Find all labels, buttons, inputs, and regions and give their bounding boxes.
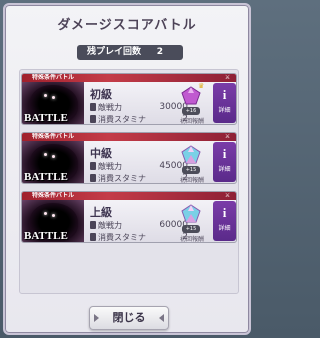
enemy-power-row: 敵戦力 45000 (90, 161, 188, 172)
dialog-footer: 閉じる (5, 301, 249, 333)
reward-count: +15 (182, 166, 200, 174)
enemy-power-label: 敵戦力 (98, 162, 122, 171)
enemy-portrait: BATTLE (22, 200, 84, 242)
enemy-power-label: 敵戦力 (98, 221, 122, 230)
detail-button[interactable]: i 詳細 (213, 201, 236, 241)
enemy-power-icon (90, 162, 96, 170)
enemy-eye (44, 153, 47, 156)
enemy-power-row: 敵戦力 30000 (90, 102, 188, 113)
battle-card-advanced[interactable]: 特殊条件バトル ⚔ BATTLE 上級 敵戦力 60000 消費スタミナ 2 +… (21, 191, 237, 243)
reward-count: +16 (182, 107, 200, 115)
close-button[interactable]: 閉じる (89, 306, 169, 330)
stamina-label: 消費スタミナ (98, 174, 146, 183)
enemy-portrait: BATTLE (22, 82, 84, 124)
detail-label: 詳細 (218, 225, 231, 232)
stamina-row: 消費スタミナ 2 (90, 114, 188, 124)
condition-bar: 特殊条件バトル ⚔ (22, 74, 236, 82)
enemy-power-row: 敵戦力 60000 (90, 220, 188, 231)
swords-icon: ⚔ (224, 192, 231, 199)
condition-label: 特殊条件バトル (32, 192, 75, 199)
enemy-eye (52, 155, 55, 158)
condition-label: 特殊条件バトル (32, 74, 75, 81)
remaining-plays-bar: 残プレイ回数 2 (77, 45, 183, 60)
remaining-plays-label: 残プレイ回数 (87, 47, 142, 57)
first-reward-label: 初回報酬 (179, 118, 204, 125)
detail-button[interactable]: i 詳細 (213, 83, 236, 123)
damage-score-battle-dialog: ダメージスコアバトル 残プレイ回数 2 特殊条件バトル ⚔ BATTLE 初級 … (3, 3, 251, 335)
detail-button[interactable]: i 詳細 (213, 142, 236, 182)
enemy-eye (52, 96, 55, 99)
enemy-power-icon (90, 221, 96, 229)
battle-card-beginner[interactable]: 特殊条件バトル ⚔ BATTLE 初級 敵戦力 30000 消費スタミナ 2 ♛ (21, 73, 237, 125)
info-icon: i (222, 205, 227, 220)
swords-icon: ⚔ (224, 74, 231, 81)
stamina-label: 消費スタミナ (98, 233, 146, 242)
info-icon: i (222, 146, 227, 161)
battle-label: BATTLE (24, 230, 68, 242)
battle-list: 特殊条件バトル ⚔ BATTLE 初級 敵戦力 30000 消費スタミナ 2 ♛ (19, 69, 239, 294)
battle-label: BATTLE (24, 112, 68, 124)
stamina-label: 消費スタミナ (98, 115, 146, 124)
first-reward-label: 初回報酬 (179, 177, 204, 184)
remaining-plays-count: 2 (156, 47, 163, 57)
enemy-eye (52, 214, 55, 217)
detail-label: 詳細 (218, 166, 231, 173)
condition-bar: 特殊条件バトル ⚔ (22, 133, 236, 141)
battle-label: BATTLE (24, 171, 68, 183)
first-reward-label: 初回報酬 (179, 236, 204, 243)
difficulty-label: 上級 (90, 206, 112, 219)
stamina-icon (90, 233, 96, 241)
enemy-eye (44, 94, 47, 97)
condition-bar: 特殊条件バトル ⚔ (22, 192, 236, 200)
enemy-power-label: 敵戦力 (98, 103, 122, 112)
gem-icon (180, 145, 202, 165)
gem-icon (180, 204, 202, 224)
condition-label: 特殊条件バトル (32, 133, 75, 140)
stamina-icon (90, 174, 96, 182)
reward-count: +15 (182, 225, 200, 233)
swords-icon: ⚔ (224, 133, 231, 140)
enemy-eye (44, 212, 47, 215)
stamina-row: 消費スタミナ 2 (90, 173, 188, 183)
gem-icon (180, 86, 202, 106)
enemy-portrait: BATTLE (22, 141, 84, 183)
battle-card-intermediate[interactable]: 特殊条件バトル ⚔ BATTLE 中級 敵戦力 45000 消費スタミナ 2 +… (21, 132, 237, 184)
detail-label: 詳細 (218, 107, 231, 114)
difficulty-label: 中級 (90, 147, 112, 160)
stamina-icon (90, 115, 96, 123)
dialog-title: ダメージスコアバトル (57, 18, 197, 33)
stamina-row: 消費スタミナ 2 (90, 232, 188, 242)
info-icon: i (222, 87, 227, 102)
enemy-power-icon (90, 103, 96, 111)
difficulty-label: 初級 (90, 88, 112, 101)
